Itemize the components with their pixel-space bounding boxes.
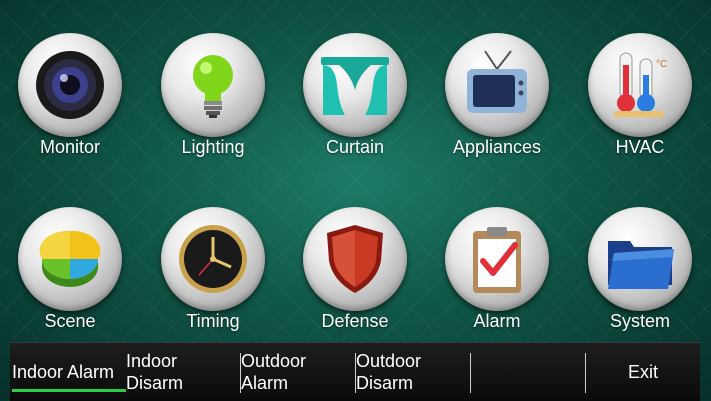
timing-disc [161, 207, 265, 311]
light-bulb-icon [193, 55, 233, 118]
tile-system[interactable]: System [580, 207, 700, 357]
scene-disc [18, 207, 122, 311]
tile-label: Appliances [452, 137, 542, 157]
tv-icon [467, 50, 527, 113]
clipboard-check-icon [473, 227, 521, 293]
tile-label: Lighting [181, 137, 245, 157]
hvac-unit-label: °C [656, 59, 667, 70]
tab-label: Indoor Disarm [126, 351, 183, 393]
tile-curtain[interactable]: Curtain [295, 33, 415, 183]
curtain-icon [321, 57, 389, 115]
tab-label: Indoor Alarm [12, 362, 115, 382]
tile-label: Monitor [39, 137, 101, 157]
camera-lens-icon [36, 51, 104, 119]
tab-label: Outdoor Disarm [356, 351, 422, 393]
clock-icon [179, 225, 247, 293]
tab-indoor-alarm[interactable]: Indoor Alarm [10, 343, 126, 401]
defense-disc [303, 207, 407, 311]
tab-exit[interactable]: Exit [586, 343, 700, 401]
tile-timing[interactable]: Timing [153, 207, 273, 357]
shield-icon [327, 225, 383, 293]
appliances-disc [445, 33, 549, 137]
tile-scene[interactable]: Scene [10, 207, 130, 357]
folder-icon [608, 241, 674, 289]
tab-label: Outdoor Alarm [241, 351, 307, 393]
tab-outdoor-alarm[interactable]: Outdoor Alarm [241, 343, 355, 401]
tile-alarm[interactable]: Alarm [437, 207, 557, 357]
tab-outdoor-disarm[interactable]: Outdoor Disarm [356, 343, 470, 401]
tile-lighting[interactable]: Lighting [153, 33, 273, 183]
thermometer-icon: °C [614, 52, 667, 117]
tile-label: Alarm [473, 311, 521, 331]
tile-defense[interactable]: Defense [295, 207, 415, 357]
active-tab-indicator [12, 389, 126, 392]
tile-monitor[interactable]: Monitor [10, 33, 130, 183]
tile-label: Defense [321, 311, 389, 331]
tile-appliances[interactable]: Appliances [437, 33, 557, 183]
monitor-disc [18, 33, 122, 137]
tab-indoor-disarm[interactable]: Indoor Disarm [126, 343, 240, 401]
tile-label: Curtain [325, 137, 385, 157]
tile-label: Timing [186, 311, 240, 331]
lighting-disc [161, 33, 265, 137]
tile-label: Scene [44, 311, 96, 331]
curtain-disc [303, 33, 407, 137]
tab-label: Exit [627, 362, 658, 382]
bottom-tab-bar: Indoor Alarm Indoor Disarm Outdoor Alarm… [10, 342, 700, 401]
tab-empty[interactable] [471, 343, 585, 401]
alarm-disc [445, 207, 549, 311]
tile-label: System [609, 311, 670, 331]
system-disc [588, 207, 692, 311]
tile-hvac[interactable]: °C HVAC [580, 33, 700, 183]
pie-chart-icon [39, 230, 101, 287]
hvac-disc: °C [588, 33, 692, 137]
tile-label: HVAC [615, 137, 665, 157]
